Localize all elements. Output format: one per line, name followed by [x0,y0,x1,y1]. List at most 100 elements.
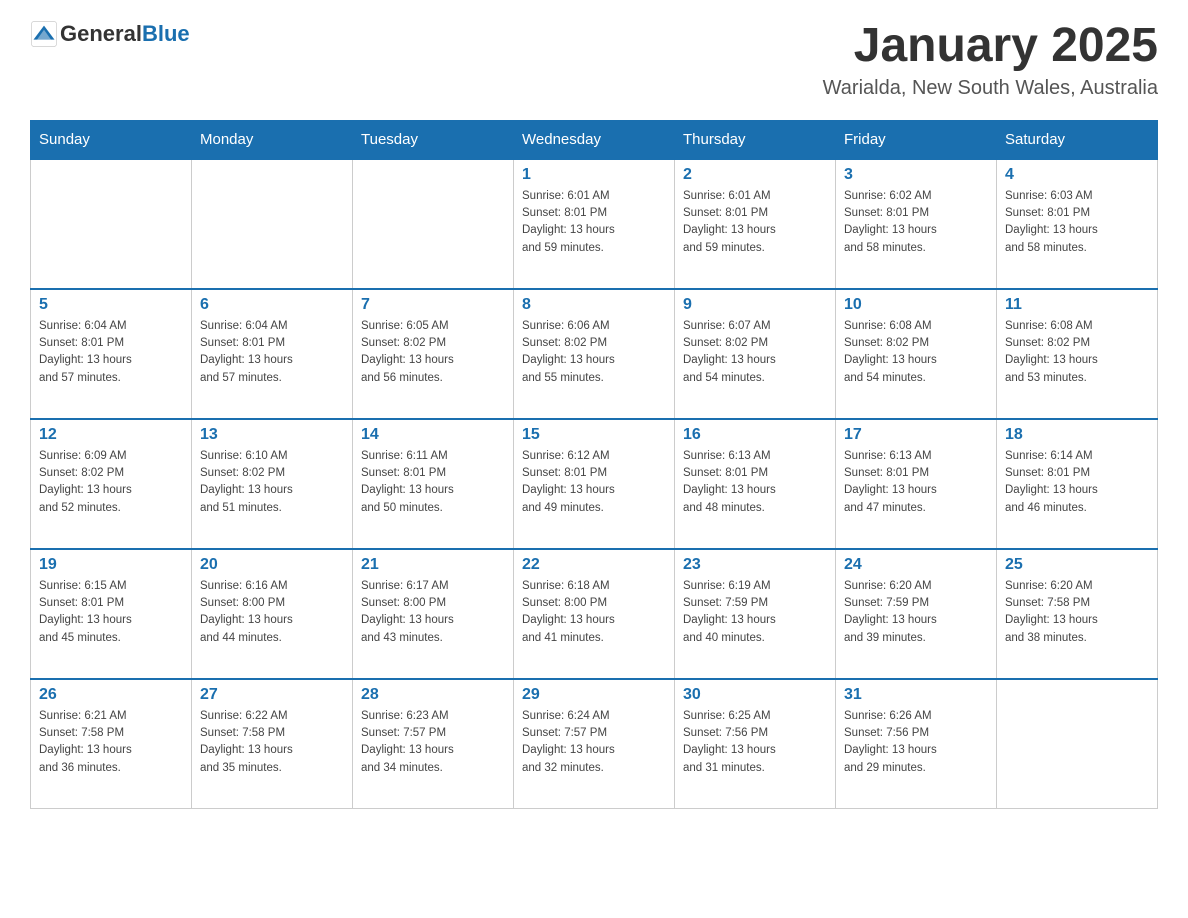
table-row [353,159,514,289]
day-info: Sunrise: 6:22 AM Sunset: 7:58 PM Dayligh… [200,708,344,777]
day-number: 24 [844,556,988,574]
day-number: 26 [39,686,183,704]
day-number: 10 [844,296,988,314]
day-info: Sunrise: 6:03 AM Sunset: 8:01 PM Dayligh… [1005,188,1149,257]
day-info: Sunrise: 6:15 AM Sunset: 8:01 PM Dayligh… [39,578,183,647]
table-row: 23 Sunrise: 6:19 AM Sunset: 7:59 PM Dayli… [675,549,836,679]
table-row: 6 Sunrise: 6:04 AM Sunset: 8:01 PM Daylig… [192,289,353,419]
table-row [997,679,1158,809]
day-number: 16 [683,426,827,444]
day-number: 18 [1005,426,1149,444]
day-number: 13 [200,426,344,444]
day-info: Sunrise: 6:10 AM Sunset: 8:02 PM Dayligh… [200,448,344,517]
subtitle: Warialda, New South Wales, Australia [823,77,1158,100]
logo-icon [30,20,58,48]
day-number: 25 [1005,556,1149,574]
table-row [192,159,353,289]
day-info: Sunrise: 6:24 AM Sunset: 7:57 PM Dayligh… [522,708,666,777]
table-row: 8Sunrise: 6:06 AM Sunset: 8:02 PM Daylig… [514,289,675,419]
week-row-2: 5Sunrise: 6:04 AM Sunset: 8:01 PM Daylig… [31,289,1158,419]
day-info: Sunrise: 6:14 AM Sunset: 8:01 PM Dayligh… [1005,448,1149,517]
table-row: 16 Sunrise: 6:13 AM Sunset: 8:01 PM Dayli… [675,419,836,549]
day-number: 23 [683,556,827,574]
day-number: 21 [361,556,505,574]
day-number: 8 [522,296,666,314]
day-info: Sunrise: 6:02 AM Sunset: 8:01 PM Dayligh… [844,188,988,257]
calendar-header-row: Sunday Monday Tuesday Wednesday Thursday… [31,120,1158,159]
col-sunday: Sunday [31,120,192,159]
day-number: 30 [683,686,827,704]
table-row: 4Sunrise: 6:03 AM Sunset: 8:01 PM Daylig… [997,159,1158,289]
table-row: 10 Sunrise: 6:08 AM Sunset: 8:02 PM Dayli… [836,289,997,419]
table-row: 3 Sunrise: 6:02 AM Sunset: 8:01 PM Daylig… [836,159,997,289]
day-info: Sunrise: 6:26 AM Sunset: 7:56 PM Dayligh… [844,708,988,777]
table-row: 14 Sunrise: 6:11 AM Sunset: 8:01 PM Dayli… [353,419,514,549]
day-number: 3 [844,166,988,184]
week-row-5: 26 Sunrise: 6:21 AM Sunset: 7:58 PM Dayli… [31,679,1158,809]
main-title: January 2025 [823,20,1158,73]
week-row-3: 12Sunrise: 6:09 AM Sunset: 8:02 PM Dayli… [31,419,1158,549]
day-info: Sunrise: 6:01 AM Sunset: 8:01 PM Dayligh… [522,188,666,257]
table-row: 24 Sunrise: 6:20 AM Sunset: 7:59 PM Dayli… [836,549,997,679]
day-info: Sunrise: 6:18 AM Sunset: 8:00 PM Dayligh… [522,578,666,647]
day-number: 19 [39,556,183,574]
day-info: Sunrise: 6:09 AM Sunset: 8:02 PM Dayligh… [39,448,183,517]
day-number: 29 [522,686,666,704]
day-info: Sunrise: 6:11 AM Sunset: 8:01 PM Dayligh… [361,448,505,517]
day-number: 15 [522,426,666,444]
day-info: Sunrise: 6:04 AM Sunset: 8:01 PM Dayligh… [39,318,183,387]
col-wednesday: Wednesday [514,120,675,159]
table-row: 31 Sunrise: 6:26 AM Sunset: 7:56 PM Dayli… [836,679,997,809]
day-info: Sunrise: 6:16 AM Sunset: 8:00 PM Dayligh… [200,578,344,647]
logo: GeneralBlue [30,20,190,48]
day-number: 6 [200,296,344,314]
day-number: 17 [844,426,988,444]
logo-text: GeneralBlue [60,21,190,47]
day-info: Sunrise: 6:08 AM Sunset: 8:02 PM Dayligh… [1005,318,1149,387]
day-number: 7 [361,296,505,314]
week-row-4: 19 Sunrise: 6:15 AM Sunset: 8:01 PM Dayli… [31,549,1158,679]
col-tuesday: Tuesday [353,120,514,159]
table-row: 17 Sunrise: 6:13 AM Sunset: 8:01 PM Dayli… [836,419,997,549]
calendar-table: Sunday Monday Tuesday Wednesday Thursday… [30,120,1158,810]
day-info: Sunrise: 6:08 AM Sunset: 8:02 PM Dayligh… [844,318,988,387]
day-number: 28 [361,686,505,704]
col-friday: Friday [836,120,997,159]
table-row: 13 Sunrise: 6:10 AM Sunset: 8:02 PM Dayli… [192,419,353,549]
table-row: 19 Sunrise: 6:15 AM Sunset: 8:01 PM Dayli… [31,549,192,679]
day-number: 20 [200,556,344,574]
table-row: 9Sunrise: 6:07 AM Sunset: 8:02 PM Daylig… [675,289,836,419]
day-number: 14 [361,426,505,444]
table-row: 29 Sunrise: 6:24 AM Sunset: 7:57 PM Dayli… [514,679,675,809]
day-info: Sunrise: 6:20 AM Sunset: 7:58 PM Dayligh… [1005,578,1149,647]
table-row: 25 Sunrise: 6:20 AM Sunset: 7:58 PM Dayli… [997,549,1158,679]
table-row: 18 Sunrise: 6:14 AM Sunset: 8:01 PM Dayli… [997,419,1158,549]
table-row: 5Sunrise: 6:04 AM Sunset: 8:01 PM Daylig… [31,289,192,419]
day-info: Sunrise: 6:23 AM Sunset: 7:57 PM Dayligh… [361,708,505,777]
table-row: 22Sunrise: 6:18 AM Sunset: 8:00 PM Dayli… [514,549,675,679]
day-info: Sunrise: 6:19 AM Sunset: 7:59 PM Dayligh… [683,578,827,647]
table-row: 15Sunrise: 6:12 AM Sunset: 8:01 PM Dayli… [514,419,675,549]
day-info: Sunrise: 6:13 AM Sunset: 8:01 PM Dayligh… [844,448,988,517]
table-row: 30 Sunrise: 6:25 AM Sunset: 7:56 PM Dayli… [675,679,836,809]
day-number: 1 [522,166,666,184]
day-info: Sunrise: 6:04 AM Sunset: 8:01 PM Dayligh… [200,318,344,387]
day-info: Sunrise: 6:07 AM Sunset: 8:02 PM Dayligh… [683,318,827,387]
table-row: 21Sunrise: 6:17 AM Sunset: 8:00 PM Dayli… [353,549,514,679]
day-number: 2 [683,166,827,184]
table-row: 11 Sunrise: 6:08 AM Sunset: 8:02 PM Dayli… [997,289,1158,419]
day-number: 31 [844,686,988,704]
page-header: GeneralBlue January 2025 Warialda, New S… [30,20,1158,100]
day-info: Sunrise: 6:21 AM Sunset: 7:58 PM Dayligh… [39,708,183,777]
table-row [31,159,192,289]
table-row: 20 Sunrise: 6:16 AM Sunset: 8:00 PM Dayli… [192,549,353,679]
table-row: 1 Sunrise: 6:01 AM Sunset: 8:01 PM Daylig… [514,159,675,289]
day-number: 11 [1005,296,1149,314]
table-row: 26 Sunrise: 6:21 AM Sunset: 7:58 PM Dayli… [31,679,192,809]
day-info: Sunrise: 6:05 AM Sunset: 8:02 PM Dayligh… [361,318,505,387]
day-info: Sunrise: 6:25 AM Sunset: 7:56 PM Dayligh… [683,708,827,777]
table-row: 12Sunrise: 6:09 AM Sunset: 8:02 PM Dayli… [31,419,192,549]
col-monday: Monday [192,120,353,159]
day-info: Sunrise: 6:13 AM Sunset: 8:01 PM Dayligh… [683,448,827,517]
day-info: Sunrise: 6:20 AM Sunset: 7:59 PM Dayligh… [844,578,988,647]
